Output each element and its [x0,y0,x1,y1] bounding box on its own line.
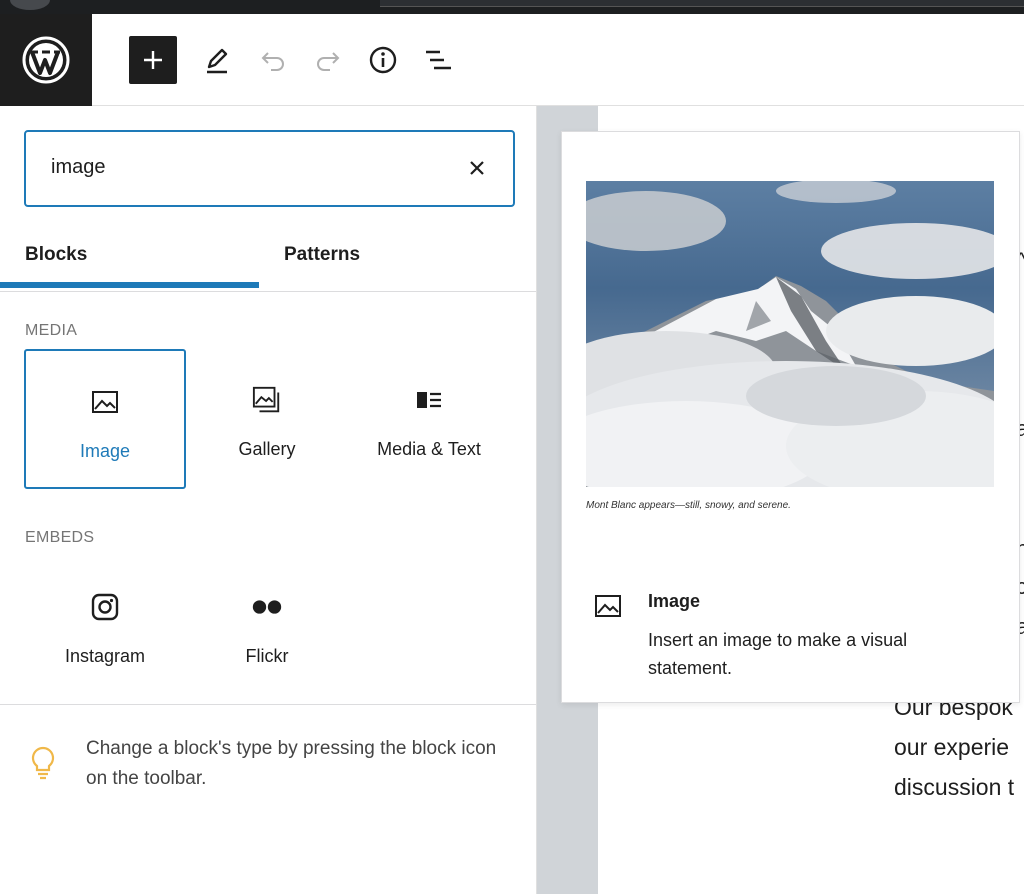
close-icon[interactable] [467,158,487,178]
active-tab-indicator [0,282,259,288]
redo-icon [317,52,340,71]
block-instagram[interactable]: Instagram [24,556,186,696]
editor-header [0,14,1024,106]
document-line-2: our experie [894,734,1010,760]
block-media-text[interactable]: Media & Text [348,349,510,489]
block-preview-popover: Mont Blanc appears—still, snowy, and ser… [561,131,1020,703]
block-image-label: Image [79,441,131,461]
block-instagram-label: Instagram [64,646,146,666]
details-button[interactable] [359,36,407,84]
redo-button[interactable] [304,36,352,84]
block-gallery-label: Gallery [238,439,296,459]
undo-icon [261,52,284,71]
block-flickr[interactable]: Flickr [186,556,348,696]
wordpress-logo-button[interactable] [0,14,92,106]
tip-divider [0,704,536,705]
category-media-heading: MEDIA [25,322,78,339]
undo-button[interactable] [249,36,297,84]
instagram-icon [91,593,119,621]
preview-block-title: Image [648,591,701,611]
block-inserter-panel: image Blocks Patterns MEDIA Image Galler… [0,106,537,894]
browser-chrome [0,0,1024,14]
tools-button[interactable] [192,36,240,84]
add-block-button[interactable] [129,36,177,84]
list-view-button[interactable] [414,36,462,84]
info-icon [369,46,397,74]
mountain-photo [586,181,994,487]
list-view-icon [426,50,451,70]
preview-image [586,181,994,487]
tab-blocks[interactable]: Blocks [25,244,87,266]
edit-pencil-icon [207,48,228,74]
preview-image-caption: Mont Blanc appears—still, snowy, and ser… [586,500,791,511]
media-text-icon [417,392,441,408]
block-image[interactable]: Image [24,349,186,489]
image-block-icon [595,595,621,617]
browser-tab-bar [380,0,1024,7]
preview-block-description: Insert an image to make a visual stateme… [648,630,908,678]
image-icon [92,391,118,413]
wordpress-logo-icon [22,36,70,84]
flickr-icon [252,600,282,614]
block-gallery[interactable]: Gallery [186,349,348,489]
document-line-3: discussion t [894,774,1015,800]
gallery-icon [252,386,280,413]
block-flickr-label: Flickr [245,646,289,666]
add-block-icon [144,51,162,69]
block-search-input[interactable]: image [24,130,515,207]
category-embeds-heading: EMBEDS [25,529,95,546]
browser-avatar [10,0,50,10]
block-media-text-label: Media & Text [377,439,481,459]
tab-patterns[interactable]: Patterns [284,244,360,266]
search-value[interactable]: image [51,156,105,179]
inserter-tip: Change a block's type by pressing the bl… [86,738,497,789]
lightbulb-icon [31,746,55,780]
